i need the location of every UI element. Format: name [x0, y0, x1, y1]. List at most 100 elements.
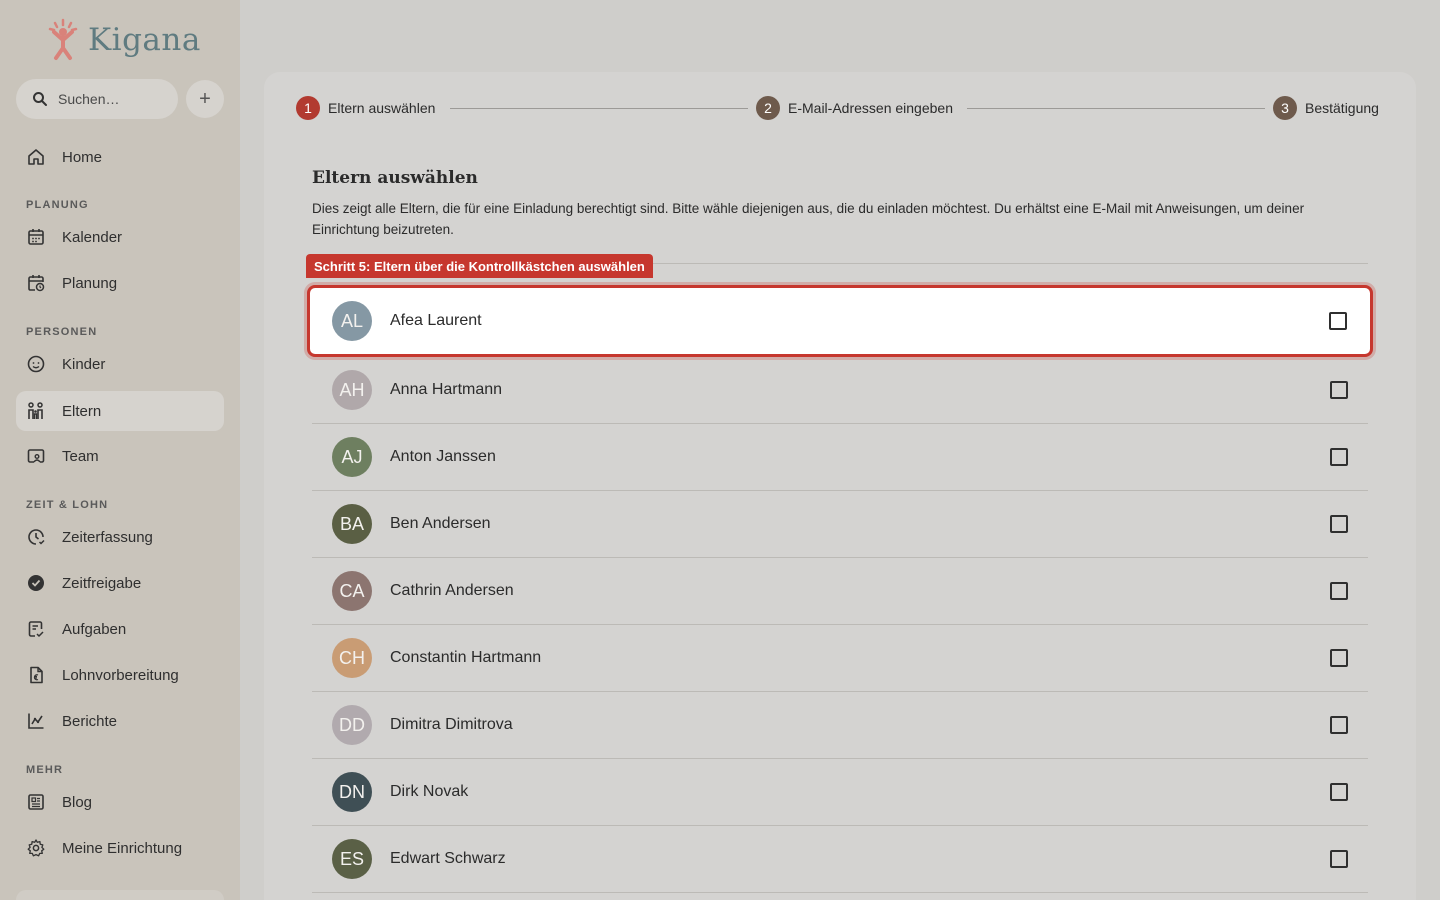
step-number: 2 — [756, 96, 780, 120]
sidebar-item-blog[interactable]: Blog — [16, 782, 224, 822]
parent-name: Cathrin Andersen — [390, 582, 514, 599]
step-connector — [967, 108, 1265, 109]
sidebar-item-label: Meine Einrichtung — [62, 839, 183, 857]
sidebar-item-berichte[interactable]: Berichte — [16, 701, 224, 741]
sidebar-item-kinder[interactable]: Kinder — [16, 344, 224, 384]
section-label-planung: PLANUNG — [26, 199, 89, 211]
section-label-mehr: MEHR — [26, 764, 64, 776]
select-checkbox[interactable] — [1330, 783, 1348, 801]
calendar-clock-icon — [28, 275, 45, 292]
sidebar-item-team[interactable]: Team — [16, 436, 224, 476]
stepper: 1 Eltern auswählen 2 E-Mail-Adressen ein… — [296, 96, 1384, 120]
sidebar-item-einrichtung[interactable]: Meine Einrichtung — [16, 828, 224, 868]
step-connector — [450, 108, 748, 109]
clock-history-icon — [28, 529, 45, 545]
select-checkbox[interactable] — [1330, 649, 1348, 667]
select-checkbox[interactable] — [1330, 381, 1348, 399]
parent-name: Ben Andersen — [390, 515, 491, 532]
step-3: 3 Bestätigung — [1273, 96, 1379, 120]
sidebar-item-label: Blog — [62, 793, 93, 811]
sidebar-item-label: Planung — [62, 274, 118, 292]
avatar: CA — [332, 571, 372, 611]
sidebar-item-kalender[interactable]: Kalender — [16, 217, 224, 257]
parent-name: Anton Janssen — [390, 448, 496, 465]
section-title: Eltern auswählen — [312, 168, 478, 188]
sidebar-item-label: Lohnvorbereitung — [62, 666, 179, 684]
sidebar-item-label: Eltern — [62, 402, 102, 420]
parent-row[interactable]: AL Afea Laurent — [307, 285, 1373, 357]
family-icon — [28, 402, 43, 419]
check-circle-icon — [28, 575, 44, 591]
parent-name: Afea Laurent — [390, 312, 482, 329]
sidebar-item-aufgaben[interactable]: Aufgaben — [16, 609, 224, 649]
parent-name: Dirk Novak — [390, 783, 469, 800]
sidebar-item-label: Aufgaben — [62, 620, 127, 638]
parent-row[interactable]: DN Dirk Novak — [312, 759, 1368, 826]
avatar: AL — [332, 301, 372, 341]
app-name: Kigana — [88, 22, 201, 58]
logo[interactable]: Kigana — [46, 18, 201, 62]
parent-row[interactable]: CH Constantin Hartmann — [312, 625, 1368, 692]
avatar: CH — [332, 638, 372, 678]
step-label: Bestätigung — [1305, 100, 1379, 116]
step-label: Eltern auswählen — [328, 100, 436, 116]
sidebar-profile-card[interactable] — [16, 890, 224, 900]
avatar: AH — [332, 370, 372, 410]
sidebar: Kigana + Home PLANUNG Kalender Planung P… — [0, 0, 240, 900]
sidebar-item-zeitfreigabe[interactable]: Zeitfreigabe — [16, 563, 224, 603]
avatar: BA — [332, 504, 372, 544]
select-checkbox[interactable] — [1330, 850, 1348, 868]
parent-row[interactable]: CA Cathrin Andersen — [312, 558, 1368, 625]
sidebar-item-label: Zeiterfassung — [62, 528, 153, 546]
parent-name: Constantin Hartmann — [390, 649, 542, 666]
search-icon — [33, 92, 47, 106]
add-button[interactable]: + — [186, 80, 224, 118]
sidebar-item-home[interactable]: Home — [16, 137, 224, 177]
sidebar-item-eltern[interactable]: Eltern — [16, 391, 224, 431]
euro-document-icon — [30, 666, 43, 684]
parent-row[interactable]: ES Edwart Schwarz — [312, 826, 1368, 893]
sidebar-item-label: Zeitfreigabe — [62, 574, 142, 592]
select-checkbox[interactable] — [1330, 582, 1348, 600]
avatar: AJ — [332, 437, 372, 477]
calendar-icon — [28, 229, 44, 245]
parent-row[interactable]: BA Ben Andersen — [312, 491, 1368, 558]
select-checkbox[interactable] — [1330, 448, 1348, 466]
parent-list: AL Afea Laurent AH Anna Hartmann AJ Anto… — [307, 285, 1373, 893]
parent-name: Anna Hartmann — [390, 381, 503, 398]
sidebar-item-label: Home — [62, 148, 103, 166]
sidebar-item-planung[interactable]: Planung — [16, 263, 224, 303]
tutorial-hint-badge: Schritt 5: Eltern über die Kontrollkästc… — [306, 254, 653, 278]
clipboard-check-icon — [28, 621, 44, 638]
avatar: ES — [332, 839, 372, 879]
logo-figure-icon — [48, 18, 78, 60]
sidebar-item-zeiterfassung[interactable]: Zeiterfassung — [16, 517, 224, 557]
child-face-icon — [27, 355, 45, 373]
sidebar-item-lohnvorbereitung[interactable]: Lohnvorbereitung — [16, 655, 224, 695]
search-input[interactable] — [58, 91, 168, 107]
select-checkbox[interactable] — [1330, 515, 1348, 533]
step-number: 3 — [1273, 96, 1297, 120]
home-icon — [28, 149, 44, 165]
parent-name: Dimitra Dimitrova — [390, 716, 513, 733]
sidebar-item-label: Kalender — [62, 228, 123, 246]
avatar: DD — [332, 705, 372, 745]
parent-row[interactable]: DD Dimitra Dimitrova — [312, 692, 1368, 759]
parent-row[interactable]: AH Anna Hartmann — [312, 357, 1368, 424]
gear-icon — [27, 839, 45, 857]
search-box[interactable] — [16, 79, 178, 119]
parent-row[interactable]: AJ Anton Janssen — [312, 424, 1368, 491]
section-label-personen: PERSONEN — [26, 326, 98, 338]
step-label: E-Mail-Adressen eingeben — [788, 100, 953, 116]
parent-name: Edwart Schwarz — [390, 850, 506, 867]
plus-icon: + — [199, 87, 211, 110]
select-checkbox[interactable] — [1330, 716, 1348, 734]
newspaper-icon — [28, 794, 44, 810]
step-number: 1 — [296, 96, 320, 120]
avatar: DN — [332, 772, 372, 812]
select-checkbox[interactable] — [1329, 312, 1347, 330]
sidebar-item-label: Team — [62, 447, 99, 465]
sidebar-item-label: Kinder — [62, 355, 106, 373]
sidebar-item-label: Berichte — [62, 712, 118, 730]
section-label-zeit: ZEIT & LOHN — [26, 499, 109, 511]
